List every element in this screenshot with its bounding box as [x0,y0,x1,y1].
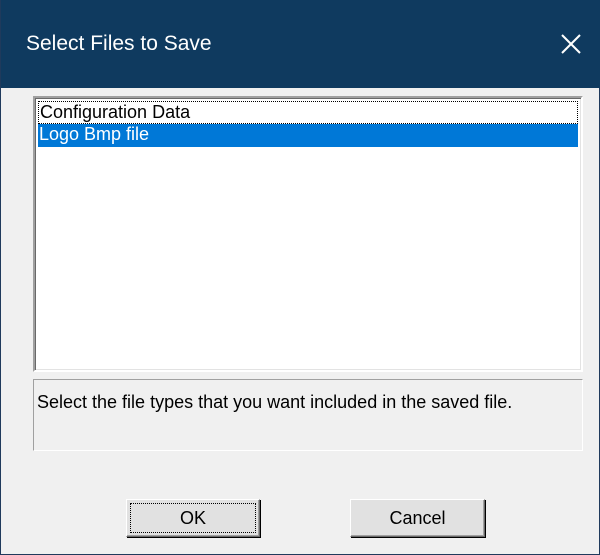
description-panel: Select the file types that you want incl… [33,379,583,451]
ok-button[interactable]: OK [126,499,260,537]
description-text: Select the file types that you want incl… [37,392,513,412]
cancel-button-label: Cancel [389,508,446,528]
cancel-button[interactable]: Cancel [350,499,485,537]
list-item-logo-bmp-file[interactable]: Logo Bmp file [38,124,578,147]
close-button[interactable] [541,0,600,88]
file-type-list[interactable]: Configuration Data Logo Bmp file [33,96,583,372]
list-item-configuration-data[interactable]: Configuration Data [38,101,578,124]
title-bar[interactable]: Select Files to Save [1,0,600,88]
close-icon [561,34,581,54]
dialog-window: Select Files to Save Configuration Data … [0,0,600,555]
window-title: Select Files to Save [26,32,212,55]
ok-button-label: OK [179,508,206,528]
